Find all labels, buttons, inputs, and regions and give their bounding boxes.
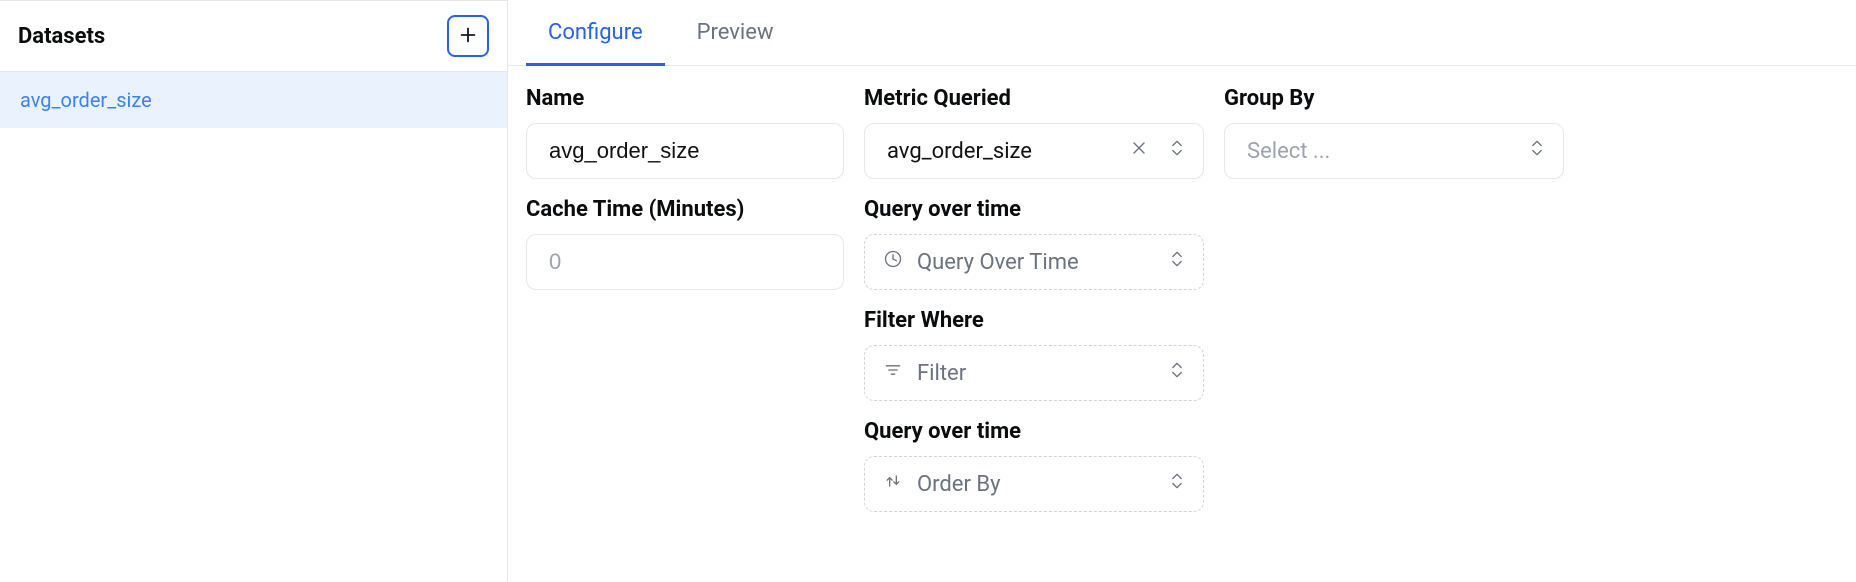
- metric-queried-select[interactable]: avg_order_size: [864, 123, 1204, 179]
- chevrons-up-down-icon: [1167, 471, 1187, 497]
- field-cache-time: Cache Time (Minutes): [526, 197, 844, 290]
- filter-icon: [883, 360, 903, 386]
- field-group-by: Group By Select ...: [1224, 86, 1564, 179]
- metric-queried-value: avg_order_size: [887, 139, 1032, 164]
- tab-label: Preview: [697, 20, 774, 45]
- form-row-4: Query over time Order By: [526, 419, 1838, 512]
- sort-icon: [883, 471, 903, 497]
- field-filter-where: Filter Where Filter: [864, 308, 1204, 401]
- field-label-groupby: Group By: [1224, 86, 1564, 111]
- chevrons-up-down-icon: [1167, 249, 1187, 275]
- chevrons-up-down-icon: [1167, 138, 1187, 164]
- field-query-over-time-2: Query over time Order By: [864, 419, 1204, 512]
- sidebar-header: Datasets: [0, 1, 507, 72]
- sidebar: Datasets avg_order_size: [0, 0, 508, 582]
- filter-where-placeholder: Filter: [917, 361, 966, 386]
- tab-configure[interactable]: Configure: [548, 20, 643, 65]
- configure-form: Name Metric Queried avg_order_size: [508, 66, 1856, 512]
- select-actions: [1129, 138, 1187, 164]
- tabs: Configure Preview: [508, 0, 1856, 66]
- chevrons-up-down-icon: [1167, 360, 1187, 386]
- field-label-cache: Cache Time (Minutes): [526, 197, 844, 222]
- query-over-time-placeholder: Query Over Time: [917, 250, 1079, 275]
- select-actions: [1527, 138, 1547, 164]
- spacer-2: [526, 419, 844, 512]
- tab-label: Configure: [548, 20, 643, 45]
- tab-preview[interactable]: Preview: [697, 20, 774, 65]
- field-label-filter: Filter Where: [864, 308, 1204, 333]
- add-dataset-button[interactable]: [447, 15, 489, 57]
- name-input[interactable]: [526, 123, 844, 179]
- filter-where-select[interactable]: Filter: [864, 345, 1204, 401]
- dataset-list: avg_order_size: [0, 72, 507, 128]
- cache-time-input[interactable]: [526, 234, 844, 290]
- dataset-item-label: avg_order_size: [20, 88, 152, 112]
- clear-icon[interactable]: [1129, 138, 1149, 164]
- query-over-time-select[interactable]: Query Over Time: [864, 234, 1204, 290]
- order-by-placeholder: Order By: [917, 472, 1001, 497]
- field-label-qot2: Query over time: [864, 419, 1204, 444]
- group-by-placeholder: Select ...: [1247, 139, 1330, 164]
- chevrons-up-down-icon: [1527, 138, 1547, 164]
- form-row-3: Filter Where Filter: [526, 308, 1838, 401]
- field-query-over-time-1: Query over time Query Over Time: [864, 197, 1204, 290]
- plus-icon: [457, 24, 479, 49]
- dataset-item[interactable]: avg_order_size: [0, 72, 507, 128]
- app-root: Datasets avg_order_size Configure Previe…: [0, 0, 1856, 582]
- main-panel: Configure Preview Name Metric Queried av…: [508, 0, 1856, 582]
- field-metric-queried: Metric Queried avg_order_size: [864, 86, 1204, 179]
- clock-icon: [883, 249, 903, 275]
- form-row-1: Name Metric Queried avg_order_size: [526, 86, 1838, 179]
- field-label-qot: Query over time: [864, 197, 1204, 222]
- sidebar-title: Datasets: [18, 24, 105, 49]
- spacer-1: [526, 308, 844, 401]
- form-row-2: Cache Time (Minutes) Query over time Que…: [526, 197, 1838, 290]
- group-by-select[interactable]: Select ...: [1224, 123, 1564, 179]
- field-label-metric: Metric Queried: [864, 86, 1204, 111]
- field-label-name: Name: [526, 86, 844, 111]
- order-by-select[interactable]: Order By: [864, 456, 1204, 512]
- field-name: Name: [526, 86, 844, 179]
